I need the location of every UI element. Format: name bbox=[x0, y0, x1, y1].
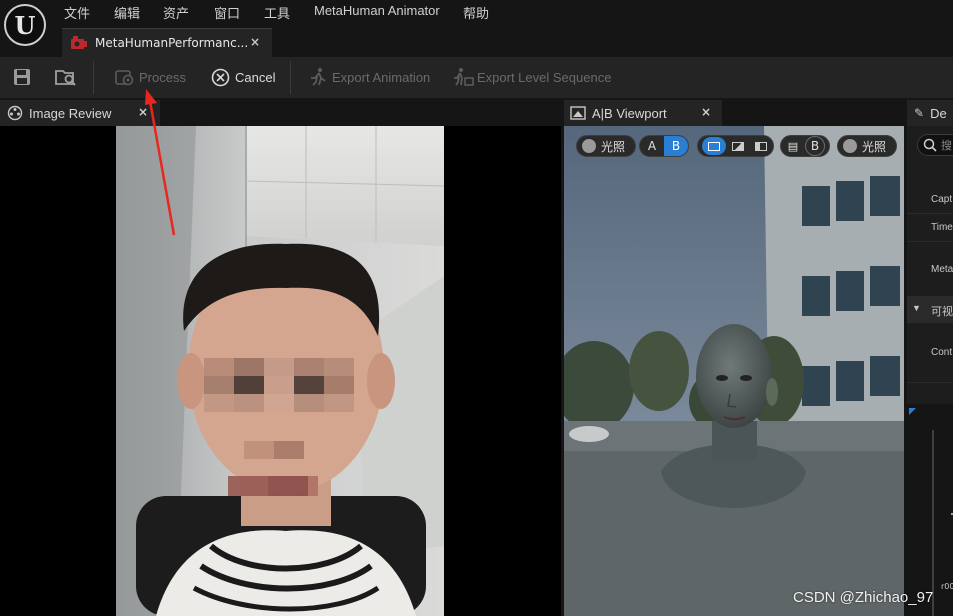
ab-toggle[interactable]: A B bbox=[639, 135, 689, 157]
running-figure-icon bbox=[311, 68, 326, 86]
view-b-options[interactable]: ▤ B bbox=[780, 135, 830, 157]
single-view-icon bbox=[707, 141, 720, 151]
single-view-button[interactable] bbox=[702, 137, 726, 155]
export-animation-button[interactable]: Export Animation bbox=[308, 66, 430, 88]
process-label: Process bbox=[139, 69, 186, 85]
toolbar-separator bbox=[93, 61, 94, 94]
view-layout-group bbox=[697, 135, 774, 157]
sphere-icon bbox=[843, 139, 857, 153]
watermark: CSDN @Zhichao_97 bbox=[793, 589, 934, 606]
b-view-label: B bbox=[805, 136, 825, 156]
save-button[interactable] bbox=[12, 66, 32, 88]
view-options-icon: ▤ bbox=[787, 139, 799, 153]
performance-asset-icon bbox=[71, 36, 87, 49]
details-tab[interactable]: ✎ De bbox=[907, 100, 953, 126]
search-icon bbox=[923, 138, 937, 152]
save-icon bbox=[14, 69, 30, 85]
document-tab[interactable]: MetaHumanPerformanc... × bbox=[62, 28, 272, 57]
close-icon[interactable]: × bbox=[250, 35, 260, 49]
process-gear-icon bbox=[115, 70, 134, 86]
sphere-icon bbox=[582, 139, 596, 153]
cancel-button[interactable]: Cancel bbox=[211, 66, 275, 88]
toolbar-separator bbox=[290, 61, 291, 94]
timeline-readout: r00 bbox=[941, 582, 953, 591]
lighting-mode-a-label: 光照 bbox=[601, 139, 626, 154]
wipe-view-icon bbox=[731, 141, 744, 151]
menu-item-file[interactable]: 文件 bbox=[64, 3, 90, 22]
lighting-mode-b-button[interactable]: 光照 bbox=[837, 135, 897, 157]
menu-item-tools[interactable]: 工具 bbox=[264, 3, 290, 22]
lighting-mode-a-button[interactable]: 光照 bbox=[576, 135, 636, 157]
browse-to-asset-button[interactable] bbox=[54, 66, 78, 88]
details-row[interactable]: Meta bbox=[907, 242, 953, 297]
unreal-engine-logo[interactable]: U bbox=[4, 4, 46, 46]
image-review-title: Image Review bbox=[29, 105, 112, 121]
menu-item-window[interactable]: 窗口 bbox=[214, 3, 240, 22]
lighting-mode-b-label: 光照 bbox=[862, 139, 887, 154]
collapse-arrow-icon: ▼ bbox=[912, 303, 921, 313]
annotation-arrow bbox=[145, 89, 176, 236]
document-tab-label: MetaHumanPerformanc... bbox=[95, 36, 249, 50]
export-animation-label: Export Animation bbox=[332, 69, 431, 85]
details-row[interactable]: Capt bbox=[907, 186, 953, 214]
export-level-sequence-label: Export Level Sequence bbox=[477, 69, 612, 85]
dual-view-button[interactable] bbox=[749, 137, 773, 155]
cancel-icon bbox=[211, 68, 230, 86]
menu-item-edit[interactable]: 编辑 bbox=[114, 3, 140, 22]
viewport-icon bbox=[570, 106, 586, 120]
details-row[interactable]: Cont bbox=[907, 323, 953, 383]
close-icon[interactable]: × bbox=[701, 105, 711, 119]
details-row-label: Capt bbox=[931, 194, 953, 205]
ab-viewport-tab[interactable]: A|B Viewport × bbox=[564, 100, 722, 126]
image-review-viewport[interactable] bbox=[0, 126, 561, 616]
details-title: De bbox=[930, 105, 947, 121]
details-row-label: Meta bbox=[931, 264, 953, 275]
details-section-header[interactable]: ▼ 可视 bbox=[907, 297, 953, 323]
timeline-panel[interactable]: r00 bbox=[907, 404, 953, 616]
ab-viewport[interactable]: 光照 A B ▤ B 光照 bbox=[564, 126, 904, 616]
details-row[interactable]: Time bbox=[907, 214, 953, 242]
details-section-label: 可视 bbox=[931, 306, 953, 318]
browse-asset-icon bbox=[55, 70, 76, 86]
export-level-sequence-button[interactable]: Export Level Sequence bbox=[452, 66, 611, 88]
ab-viewport-title: A|B Viewport bbox=[592, 105, 667, 121]
menu-item-metahuman-animator[interactable]: MetaHuman Animator bbox=[314, 3, 440, 18]
cancel-label: Cancel bbox=[235, 69, 276, 85]
image-review-tab[interactable]: Image Review × bbox=[0, 100, 160, 126]
details-row-label: Time bbox=[931, 222, 953, 233]
dual-view-icon bbox=[755, 141, 768, 151]
pencil-icon: ✎ bbox=[914, 106, 925, 120]
sequence-figure-icon bbox=[454, 68, 474, 86]
menu-bar: U 文件 编辑 资产 窗口 工具 MetaHuman Animator 帮助 M… bbox=[0, 0, 953, 57]
wipe-view-button[interactable] bbox=[726, 137, 750, 155]
film-reel-icon bbox=[7, 105, 23, 121]
search-placeholder: 搜 bbox=[941, 139, 952, 152]
viewport-scene bbox=[564, 126, 904, 616]
a-toggle[interactable]: A bbox=[640, 139, 664, 153]
menu-item-help[interactable]: 帮助 bbox=[463, 3, 489, 22]
details-row-label: Cont bbox=[931, 347, 953, 358]
details-panel: ✎ De 搜 Capt Time Meta ▼ 可视 Cont bbox=[907, 100, 953, 404]
details-search-input[interactable]: 搜 bbox=[917, 134, 953, 156]
b-toggle[interactable]: B bbox=[664, 136, 688, 156]
menu-item-asset[interactable]: 资产 bbox=[163, 3, 189, 22]
